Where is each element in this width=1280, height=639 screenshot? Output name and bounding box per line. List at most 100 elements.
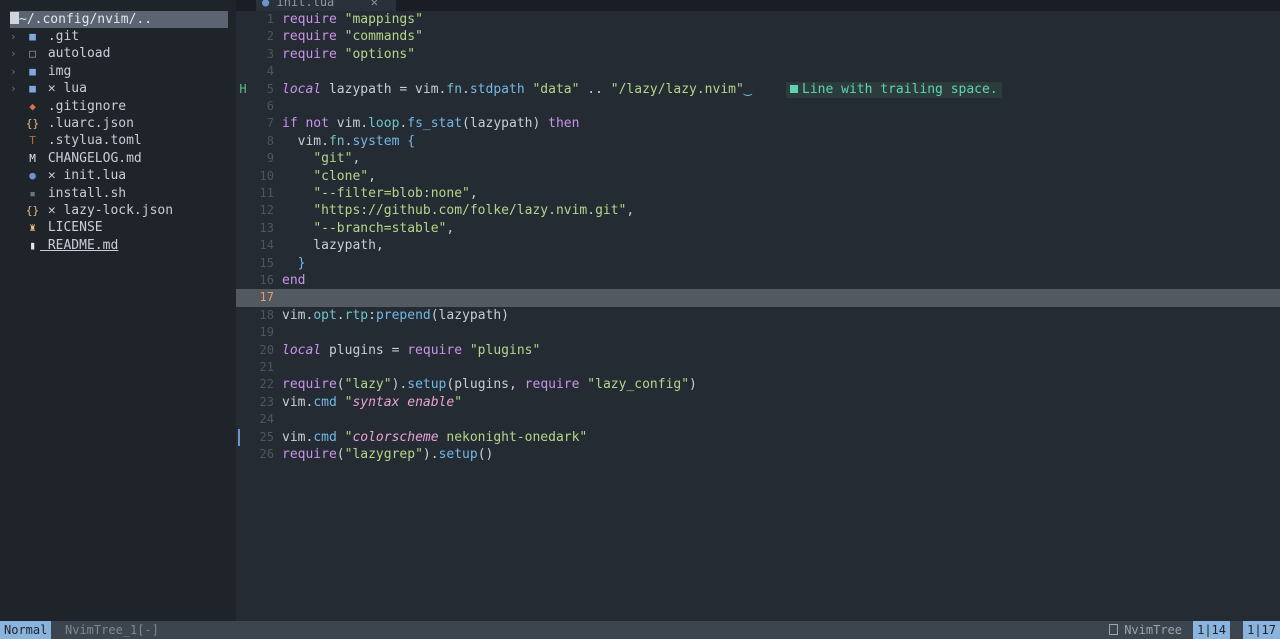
diagnostic-icon	[790, 84, 798, 93]
code-line[interactable]: 1 require "mappings"	[236, 11, 1280, 28]
tree-item[interactable]: T .stylua.toml	[10, 132, 142, 149]
code-line[interactable]: 11 "--filter=blob:none",	[236, 185, 1280, 202]
tree-item[interactable]: ▪ install.sh	[10, 185, 126, 202]
code-text: }	[297, 255, 306, 271]
line-number: 9	[266, 151, 274, 166]
code-line[interactable]: 19	[236, 324, 1280, 341]
code-text: local lazypath = vim.fn.stdpath "data" .…	[282, 81, 752, 97]
chevron-right-icon: ›	[10, 82, 17, 96]
code-line[interactable]: 23 vim.cmd "syntax enable"	[236, 394, 1280, 411]
code-line[interactable]: 2 require "commands"	[236, 28, 1280, 45]
line-number: 20	[259, 342, 274, 357]
line-number: 2	[266, 29, 274, 44]
line-number: 21	[259, 360, 274, 374]
buffer-name: NvimTree_1[-]	[65, 623, 159, 637]
line-number: 22	[259, 377, 274, 392]
code-line[interactable]: 14 lazypath,	[236, 237, 1280, 254]
line-number: 19	[259, 325, 274, 340]
code-text: require "mappings"	[282, 12, 423, 27]
code-text: end	[282, 273, 306, 288]
code-text: "git",	[313, 151, 361, 167]
editor-buffer[interactable]: 1 require "mappings" 2 require "commands" 3 r…	[236, 11, 1280, 621]
code-line[interactable]: 21	[236, 359, 1280, 376]
home-icon	[10, 12, 19, 24]
tree-item-label: autoload	[40, 46, 111, 62]
code-line[interactable]: 20 local plugins = require "plugins"	[236, 342, 1280, 359]
code-line[interactable]: H 5 local lazypath = vim.fn.stdpath "data"…	[236, 81, 1280, 98]
code-text: vim.cmd "colorscheme nekonight-onedark"	[282, 429, 588, 445]
code-text: "clone",	[313, 168, 376, 184]
tree-item-label: CHANGELOG.md	[40, 150, 142, 166]
code-line[interactable]: 4	[236, 63, 1280, 80]
tree-item[interactable]: › ■ img	[10, 63, 71, 80]
tree-root-label: ~/.config/nvim/..	[19, 12, 153, 27]
file-tree-sidebar: ~/.config/nvim/.. › ■ .git › □ autoload › ■ i…	[0, 0, 236, 621]
license-icon: ♜	[29, 221, 36, 235]
chevron-right-icon: ›	[10, 64, 17, 78]
code-line[interactable]: 22 require("lazy").setup(plugins, require…	[236, 376, 1280, 393]
shell-icon: ▪	[29, 186, 36, 200]
tree-item-label: ✕ lua	[40, 81, 87, 97]
code-line[interactable]: 15 }	[236, 255, 1280, 272]
code-line[interactable]: 26 require("lazygrep").setup()	[236, 446, 1280, 463]
folder-icon: ■	[29, 64, 36, 78]
tree-item[interactable]: ● ✕ init.lua	[10, 167, 126, 184]
code-line[interactable]: 18 vim.opt.rtp:prepend(lazypath)	[236, 307, 1280, 324]
lua-icon: ●	[29, 169, 36, 183]
tree-item[interactable]: › □ autoload	[10, 45, 110, 62]
json-icon: {}	[25, 204, 40, 217]
statusline: Normal NvimTree_1[-] NvimTree 1|14 1|17	[0, 621, 1280, 639]
line-number: 14	[259, 238, 274, 253]
code-line[interactable]: 9 "git",	[236, 150, 1280, 167]
line-number: 10	[259, 168, 274, 183]
folder-icon: ■	[29, 30, 36, 43]
line-number: 12	[259, 203, 274, 218]
tree-item-label: install.sh	[40, 185, 127, 201]
tree-item-label: .stylua.toml	[40, 133, 142, 149]
code-line[interactable]: 16 end	[236, 272, 1280, 289]
tree-item-label: .git	[40, 29, 80, 44]
cursor-position-secondary: 1|17	[1243, 621, 1280, 639]
tree-item[interactable]: ♜ LICENSE	[10, 219, 102, 236]
tree-item-label: .luarc.json	[40, 116, 134, 131]
diagnostic-message: Line with trailing space.	[786, 81, 1002, 98]
code-line[interactable]: 8 vim.fn.system {	[236, 133, 1280, 150]
code-line[interactable]: 7 if not vim.loop.fs_stat(lazypath) then	[236, 115, 1280, 132]
code-line[interactable]: 24	[236, 411, 1280, 428]
line-number: 16	[259, 273, 274, 287]
line-number: 13	[259, 220, 274, 235]
git-sign: H	[239, 81, 247, 96]
git-change-bar	[238, 428, 240, 446]
git-icon: ◆	[29, 99, 36, 113]
cursor-line[interactable]: 17	[236, 289, 1280, 307]
lua-icon: ●	[262, 0, 270, 9]
line-number: 23	[259, 394, 274, 409]
code-line[interactable]: 12 "https://github.com/folke/lazy.nvim.g…	[236, 202, 1280, 219]
tree-item[interactable]: ▮ README.md	[10, 237, 118, 254]
tree-item[interactable]: ◆ .gitignore	[10, 98, 126, 115]
tree-item[interactable]: {} ✕ lazy-lock.json	[10, 202, 173, 219]
tree-item-label: ✕ init.lua	[40, 168, 127, 184]
code-line[interactable]: 3 require "options"	[236, 46, 1280, 63]
line-number: 18	[259, 307, 274, 322]
tab-label: init.lua	[276, 0, 335, 9]
cursor-position: 1|14	[1193, 621, 1230, 639]
line-number: 15	[259, 255, 274, 270]
tree-item[interactable]: › ■ .git	[10, 28, 79, 45]
code-text: vim.cmd "syntax enable"	[282, 394, 463, 410]
line-number: 24	[259, 412, 274, 427]
code-line[interactable]: 10 "clone",	[236, 168, 1280, 185]
tree-item[interactable]: {} .luarc.json	[10, 115, 134, 132]
close-icon[interactable]: ✕	[371, 0, 378, 11]
tree-item[interactable]: › ■ ✕ lua	[10, 80, 87, 97]
filetype-label: NvimTree	[1124, 623, 1182, 637]
tab-init-lua[interactable]: ● init.lua ✕	[256, 0, 396, 11]
code-line[interactable]: 25 vim.cmd "colorscheme nekonight-onedark…	[236, 428, 1280, 446]
tree-item-label: .gitignore	[40, 98, 127, 114]
tree-item[interactable]: M CHANGELOG.md	[10, 150, 142, 167]
code-line[interactable]: 13 "--branch=stable",	[236, 220, 1280, 237]
file-icon	[1109, 624, 1119, 635]
mode-indicator: Normal	[0, 621, 52, 639]
tree-root-path[interactable]: ~/.config/nvim/..	[10, 11, 228, 28]
code-line[interactable]: 6	[236, 98, 1280, 115]
